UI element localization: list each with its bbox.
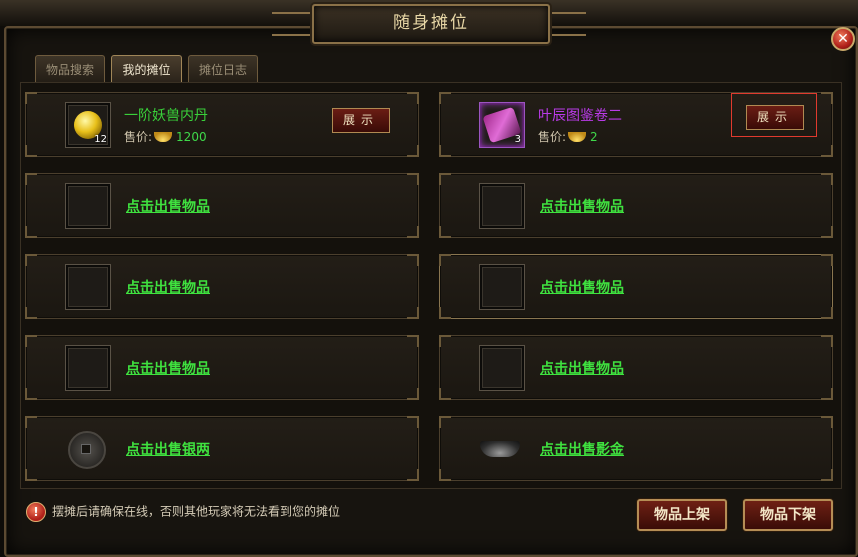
price-row: 售价: 1200 xyxy=(124,128,207,145)
coin-icon xyxy=(68,431,106,469)
unlist-item-button[interactable]: 物品下架 xyxy=(743,499,833,531)
empty-item-slot[interactable] xyxy=(479,264,525,310)
sell-item-link[interactable]: 点击出售物品 xyxy=(540,196,624,216)
stall-slot: 点击出售银两 xyxy=(25,416,419,481)
stall-slot: 点击出售物品 xyxy=(439,173,833,238)
notice-text: 摆摊后请确保在线，否则其他玩家将无法看到您的摊位 xyxy=(52,504,341,519)
list-item-button[interactable]: 物品上架 xyxy=(637,499,727,531)
show-button[interactable]: 展示 xyxy=(746,105,804,130)
sell-item-link[interactable]: 点击出售物品 xyxy=(126,358,210,378)
stall-slot: 点击出售物品 xyxy=(439,335,833,400)
price-label: 售价: xyxy=(538,130,567,144)
gold-ingot-icon xyxy=(154,132,173,142)
show-button-highlight: 展示 xyxy=(731,93,817,137)
empty-item-slot[interactable] xyxy=(65,183,111,229)
gold-ingot-icon xyxy=(568,132,587,142)
stall-slot: 点击出售物品 xyxy=(25,254,419,319)
empty-item-slot[interactable] xyxy=(479,183,525,229)
item-slot[interactable]: 3 xyxy=(479,102,525,148)
item-slot[interactable]: 12 xyxy=(65,102,111,148)
show-button[interactable]: 展示 xyxy=(332,108,390,133)
item-name: 一阶妖兽内丹 xyxy=(124,108,208,124)
online-notice: ! 摆摊后请确保在线，否则其他玩家将无法看到您的摊位 xyxy=(26,502,340,522)
close-button[interactable]: ✕ xyxy=(831,27,855,51)
ingot-icon xyxy=(480,441,520,457)
title-ornament-left xyxy=(272,12,312,36)
sell-item-link[interactable]: 点击出售物品 xyxy=(540,358,624,378)
sell-item-link[interactable]: 点击出售物品 xyxy=(126,196,210,216)
tab-my-stall[interactable]: 我的摊位 xyxy=(111,55,182,83)
stall-slot: 点击出售物品 xyxy=(25,335,419,400)
stall-slot: 点击出售物品 xyxy=(439,254,833,319)
price-value: 2 xyxy=(590,130,598,144)
item-quantity: 12 xyxy=(94,134,107,145)
price-label: 售价: xyxy=(124,130,153,144)
tab-stall-log[interactable]: 摊位日志 xyxy=(188,55,258,83)
title-ornament-right xyxy=(546,12,586,36)
stall-slot: 3 叶辰图鉴卷二 售价: 2 展示 xyxy=(439,92,833,157)
item-quantity: 3 xyxy=(514,134,521,145)
stall-slot: 12 一阶妖兽内丹 售价: 1200 展示 xyxy=(25,92,419,157)
empty-item-slot[interactable] xyxy=(479,345,525,391)
sell-item-link[interactable]: 点击出售物品 xyxy=(126,277,210,297)
price-value: 1200 xyxy=(176,130,207,144)
sell-item-link[interactable]: 点击出售物品 xyxy=(540,277,624,297)
item-name: 叶辰图鉴卷二 xyxy=(538,108,622,124)
window-title: 随身摊位 xyxy=(312,4,550,44)
empty-item-slot[interactable] xyxy=(65,264,111,310)
price-row: 售价: 2 xyxy=(538,128,598,145)
stall-slot: 点击出售影金 xyxy=(439,416,833,481)
sell-shadow-gold-link[interactable]: 点击出售影金 xyxy=(540,439,624,459)
empty-item-slot[interactable] xyxy=(65,345,111,391)
stall-content: 12 一阶妖兽内丹 售价: 1200 展示 点击出售物品 点击出售物品 点击出售物… xyxy=(20,82,842,489)
stall-slot: 点击出售物品 xyxy=(25,173,419,238)
warning-icon: ! xyxy=(26,502,46,522)
sell-silver-link[interactable]: 点击出售银两 xyxy=(126,439,210,459)
tab-item-search[interactable]: 物品搜索 xyxy=(35,55,105,83)
